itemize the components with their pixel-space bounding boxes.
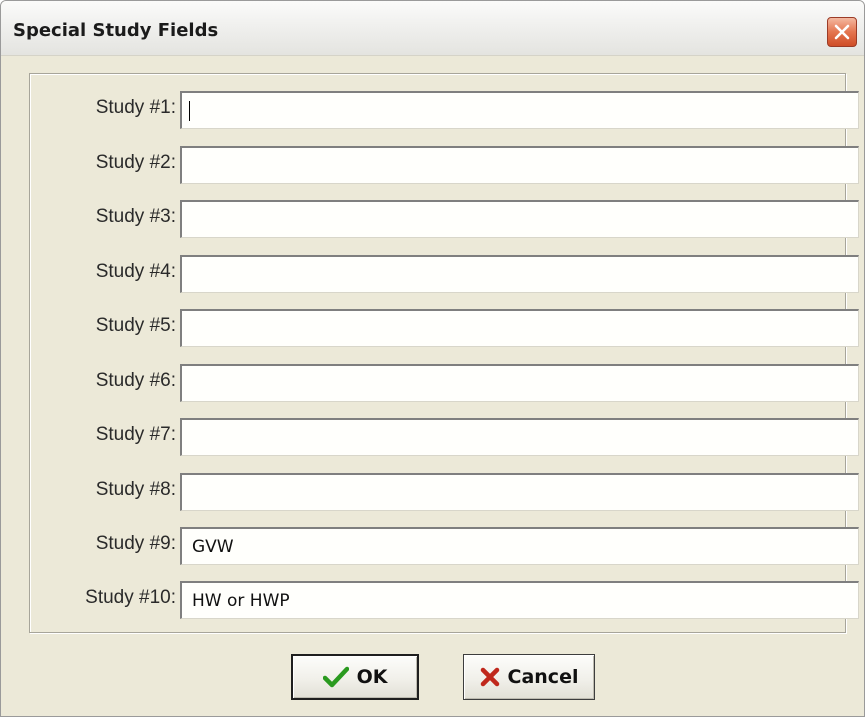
x-icon — [480, 667, 500, 687]
special-study-fields-dialog: Special Study Fields Study #1: Study #2:… — [0, 0, 865, 717]
study-4-label: Study #4: — [95, 261, 176, 282]
study-9-field[interactable]: GVW — [180, 527, 859, 565]
study-2-label: Study #2: — [95, 152, 176, 173]
study-4-field[interactable] — [180, 255, 859, 293]
title-bar[interactable]: Special Study Fields — [1, 1, 864, 56]
study-7-field[interactable] — [180, 418, 859, 456]
study-3-field[interactable] — [180, 200, 859, 238]
study-10-value: HW or HWP — [192, 591, 290, 611]
checkmark-icon — [322, 666, 349, 688]
study-8-label: Study #8: — [95, 479, 176, 500]
study-6-label: Study #6: — [95, 370, 176, 391]
dialog-title: Special Study Fields — [13, 20, 219, 41]
study-9-label: Study #9: — [95, 533, 176, 554]
study-6-field[interactable] — [180, 364, 859, 402]
study-8-field[interactable] — [180, 473, 859, 511]
study-5-label: Study #5: — [95, 315, 176, 336]
ok-button[interactable]: OK — [291, 654, 419, 700]
study-2-field[interactable] — [180, 146, 859, 184]
study-3-label: Study #3: — [95, 206, 176, 227]
study-9-value: GVW — [192, 537, 234, 557]
study-1-field[interactable] — [180, 91, 859, 129]
study-1-label: Study #1: — [95, 97, 176, 118]
cancel-label: Cancel — [507, 666, 579, 688]
study-5-field[interactable] — [180, 309, 859, 347]
close-icon — [833, 23, 851, 41]
text-cursor — [189, 101, 190, 121]
close-button[interactable] — [827, 17, 857, 47]
study-7-label: Study #7: — [95, 424, 176, 445]
study-10-label: Study #10: — [85, 587, 176, 608]
ok-label: OK — [356, 666, 388, 688]
study-10-field[interactable]: HW or HWP — [180, 581, 859, 619]
study-fields-group: Study #1: Study #2: Study #3: Study #4: … — [29, 73, 859, 633]
cancel-button[interactable]: Cancel — [463, 654, 595, 700]
